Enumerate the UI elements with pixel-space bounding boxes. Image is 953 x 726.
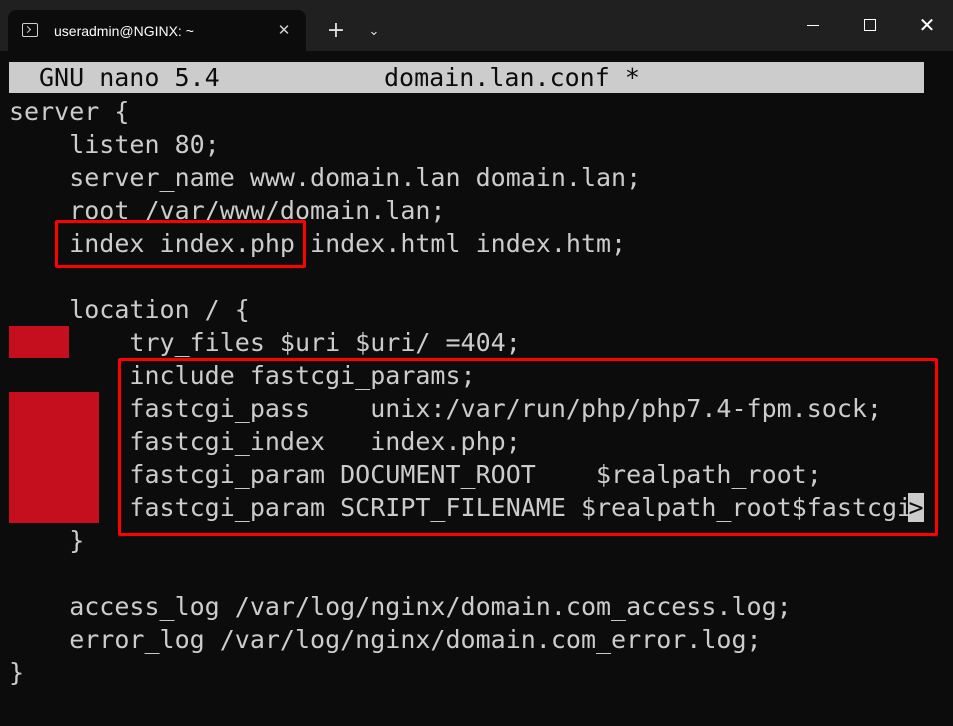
highlight-box-index <box>55 220 306 268</box>
minimize-icon <box>807 25 819 26</box>
tab-close-icon[interactable]: ✕ <box>274 20 294 40</box>
code-line[interactable]: } <box>9 656 24 689</box>
terminal-icon <box>22 23 38 37</box>
code-line[interactable]: server_name www.domain.lan domain.lan; <box>9 161 641 194</box>
terminal-tab[interactable]: useradmin@NGINX: ~ ✕ <box>8 10 306 51</box>
chevron-down-icon[interactable]: ⌄ <box>360 18 388 46</box>
title-bar: useradmin@NGINX: ~ ✕ + ⌄ ✕ <box>0 0 953 51</box>
new-tab-button[interactable]: + <box>322 18 350 46</box>
code-line[interactable]: listen 80; <box>9 128 220 161</box>
code-line[interactable]: error_log /var/log/nginx/domain.com_erro… <box>9 623 761 656</box>
nano-header-bar: GNU nano 5.4 domain.lan.conf * <box>9 62 924 93</box>
tab-title: useradmin@NGINX: ~ <box>54 23 194 39</box>
code-line[interactable]: location / { <box>9 293 250 326</box>
code-line[interactable]: access_log /var/log/nginx/domain.com_acc… <box>9 590 791 623</box>
maximize-icon <box>864 19 876 31</box>
maximize-button[interactable] <box>841 0 899 51</box>
nano-version: GNU nano 5.4 <box>39 63 220 92</box>
code-line[interactable]: try_files $uri $uri/ =404; <box>9 326 520 359</box>
close-window-button[interactable]: ✕ <box>898 0 953 51</box>
nano-filename: domain.lan.conf * <box>384 63 640 92</box>
highlight-box-fastcgi <box>118 358 938 536</box>
code-line[interactable]: server { <box>9 95 129 128</box>
code-line[interactable]: } <box>9 524 84 557</box>
minimize-button[interactable] <box>784 0 842 51</box>
